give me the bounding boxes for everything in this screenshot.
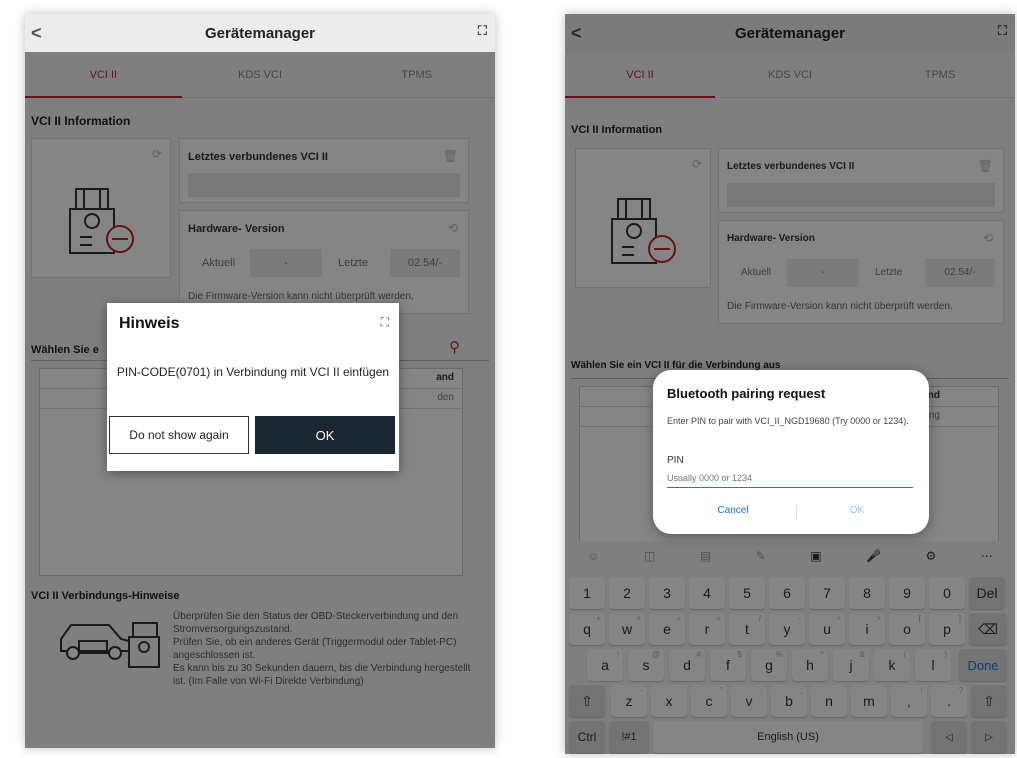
button-divider xyxy=(796,506,797,520)
bluetooth-pairing-dialog: Bluetooth pairing request Enter PIN to p… xyxy=(653,370,929,534)
cancel-button[interactable]: Cancel xyxy=(693,505,773,516)
dialog-message: Enter PIN to pair with VCI_II_NGD19680 (… xyxy=(667,416,909,426)
pin-label: PIN xyxy=(667,455,684,466)
back-button[interactable]: < xyxy=(31,23,42,44)
title-bar: < Gerätemanager ⛶ xyxy=(25,14,495,52)
screenshot-bluetooth-pairing: < Gerätemanager ⛶ VCI II KDS VCI TPMS VC… xyxy=(565,14,1015,754)
pin-input[interactable] xyxy=(667,468,913,488)
bluetooth-pairing-dialog-wrap: Bluetooth pairing request Enter PIN to p… xyxy=(653,370,929,534)
ok-button[interactable]: OK xyxy=(817,505,897,516)
do-not-show-again-button[interactable]: Do not show again xyxy=(109,416,249,454)
page-title: Gerätemanager xyxy=(204,24,316,42)
dialog-title: Hinweis xyxy=(119,315,180,332)
hint-dialog: Hinweis ⛶ PIN-CODE(0701) in Verbindung m… xyxy=(107,303,399,471)
expand-icon[interactable]: ⛶ xyxy=(478,23,487,39)
dialog-title: Bluetooth pairing request xyxy=(667,386,826,401)
dialog-message: PIN-CODE(0701) in Verbindung mit VCI II … xyxy=(116,365,390,379)
screenshot-device-manager-pin-hint: < Gerätemanager ⛶ VCI II KDS VCI TPMS VC… xyxy=(25,14,495,748)
expand-icon[interactable]: ⛶ xyxy=(381,315,389,330)
ok-button[interactable]: OK xyxy=(255,416,395,454)
